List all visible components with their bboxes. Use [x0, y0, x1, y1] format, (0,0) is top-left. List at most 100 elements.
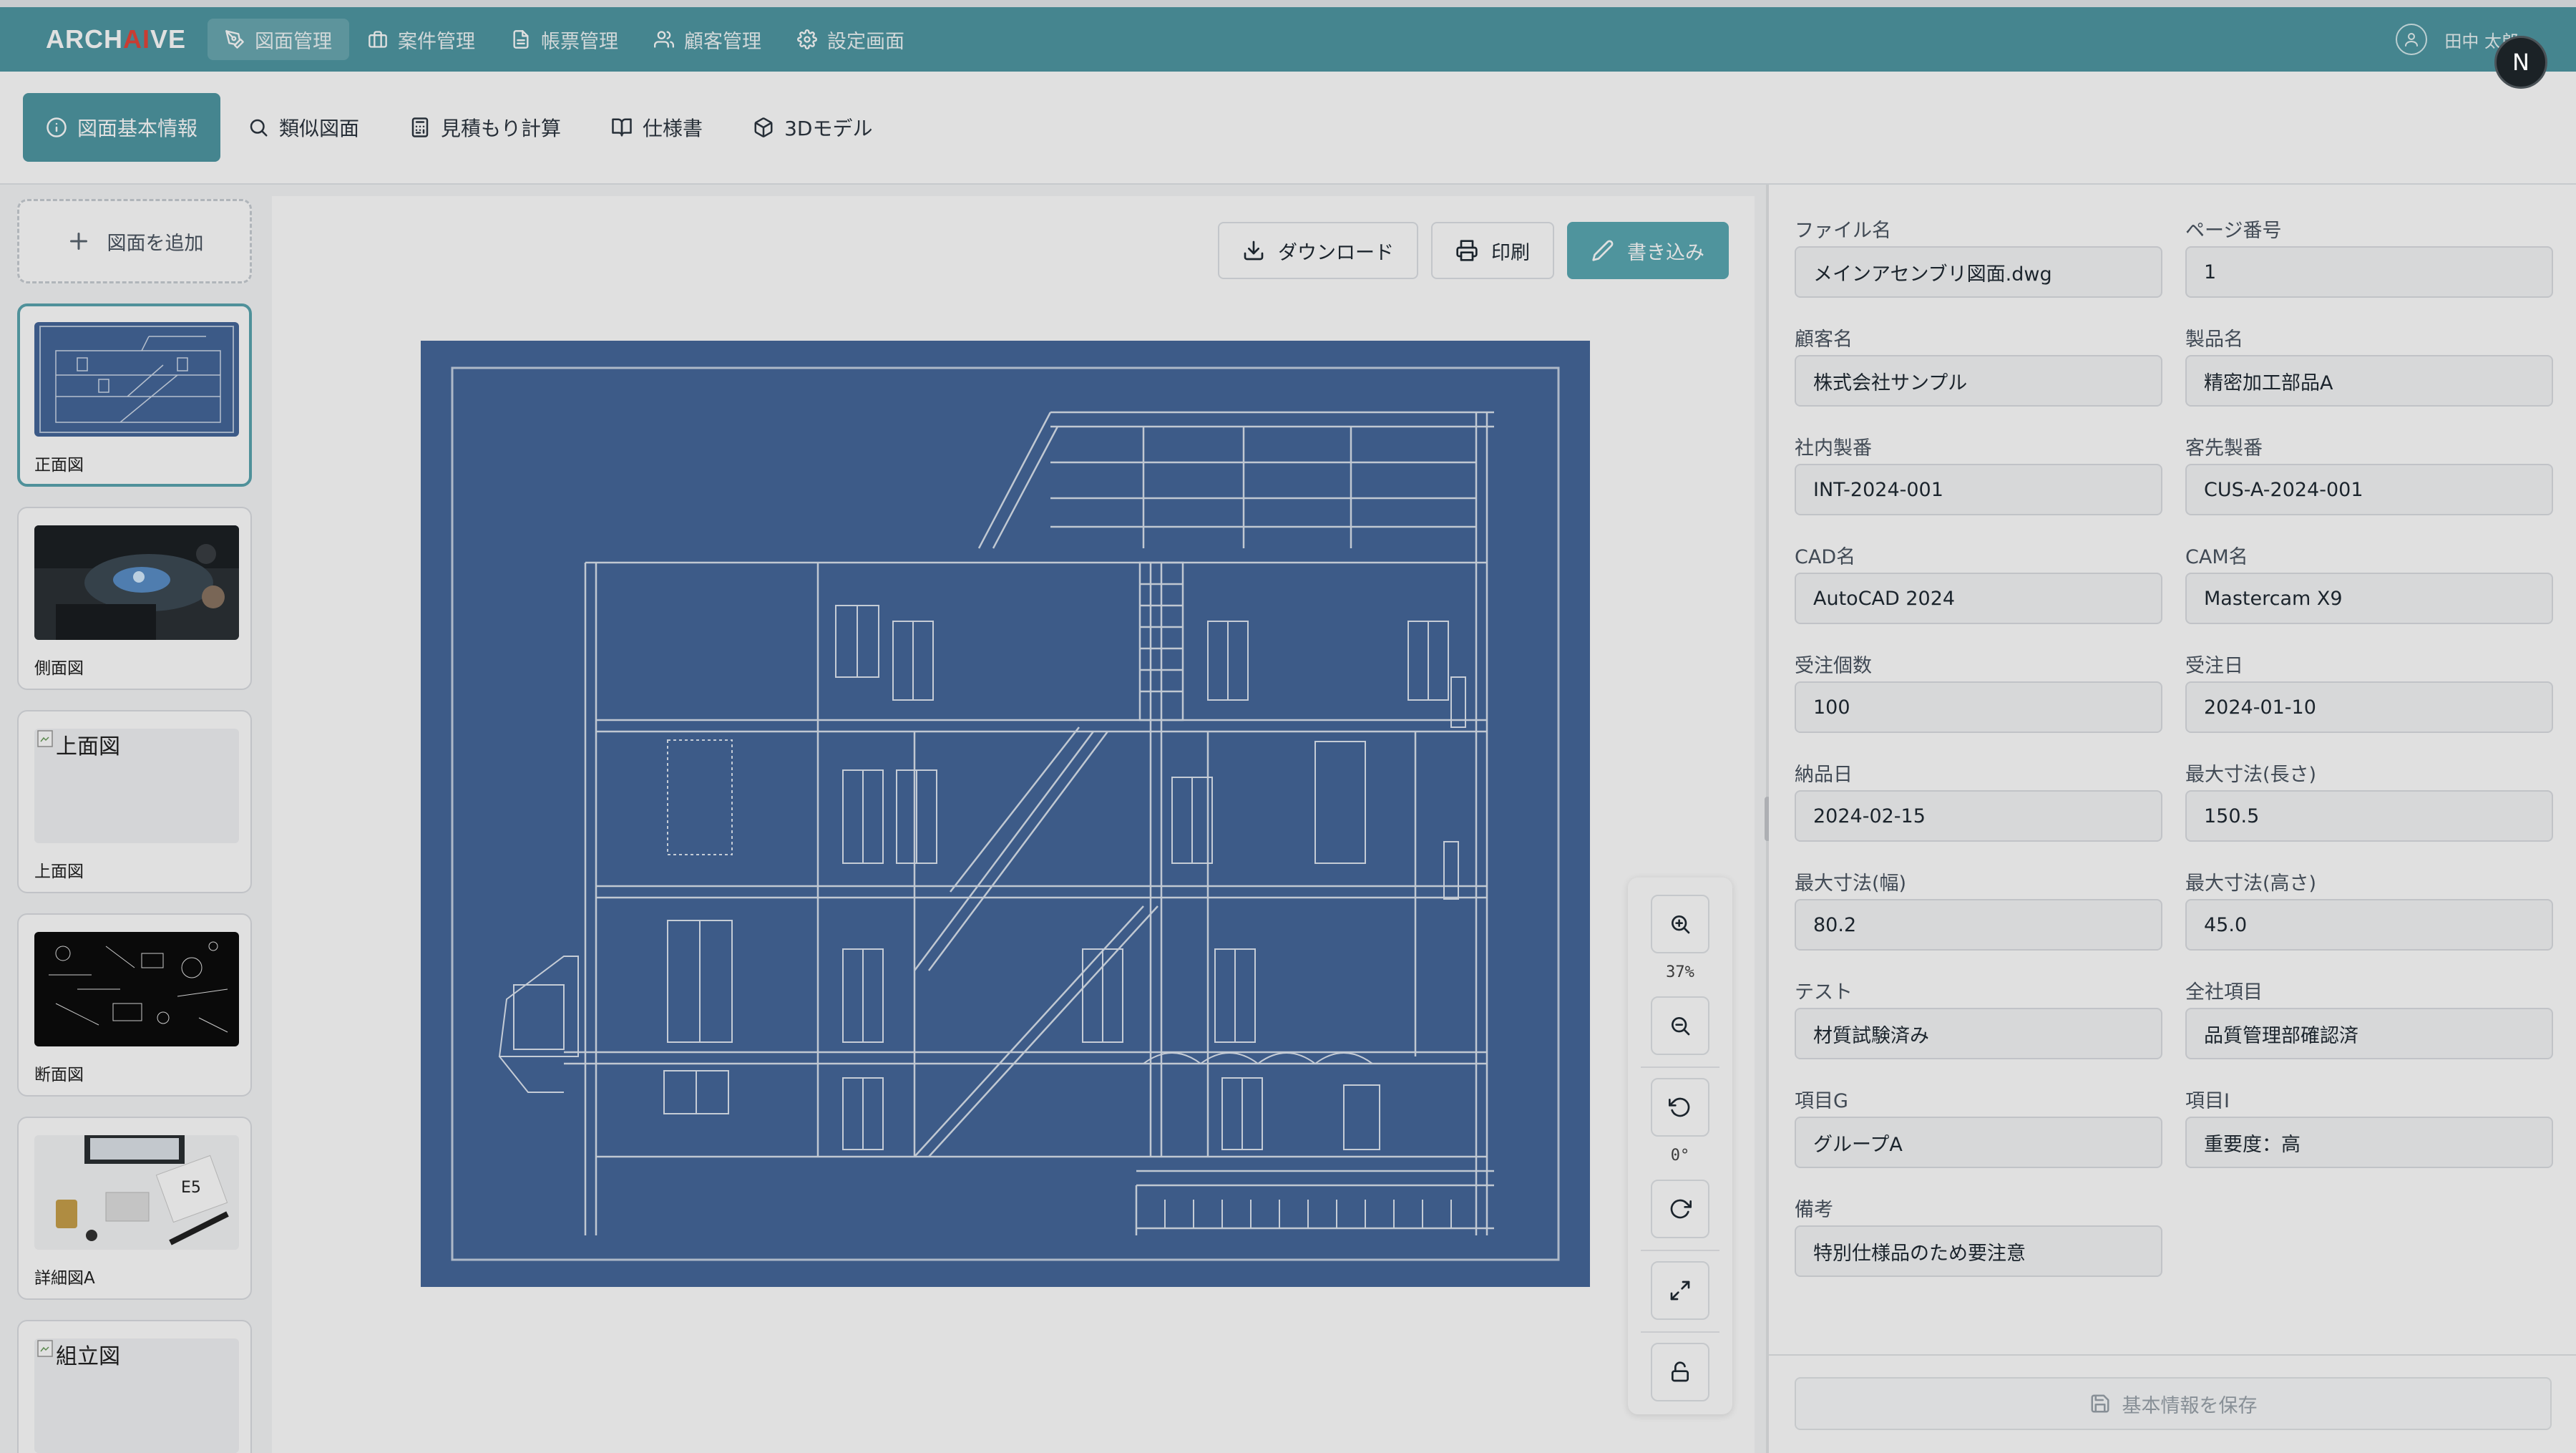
nav-label: 案件管理 — [398, 30, 475, 53]
info-icon — [47, 117, 67, 137]
field-input[interactable]: 2024-02-15 — [1795, 790, 2162, 842]
field-label: ファイル名 — [1795, 220, 1891, 242]
field-page-number: ページ番号 1 — [2185, 215, 2553, 298]
field-label: CAD名 — [1795, 546, 1856, 568]
field-cam-name: CAM名 Mastercam X9 — [2185, 541, 2553, 624]
download-button[interactable]: ダウンロード — [1218, 222, 1418, 279]
thumbnail-image — [34, 322, 239, 437]
field-input[interactable]: 特別仕様品のため要注意 — [1795, 1225, 2162, 1277]
tab-label: 図面基本情報 — [77, 117, 198, 140]
rotate-cw-icon — [1670, 1199, 1692, 1219]
field-input[interactable]: 品質管理部確認済 — [2185, 1008, 2553, 1059]
broken-image-icon — [37, 730, 53, 747]
briefcase-icon — [369, 31, 387, 48]
field-input[interactable]: 精密加工部品A — [2185, 355, 2553, 407]
zoom-out-button[interactable] — [1651, 996, 1709, 1055]
pencil-icon — [1592, 240, 1614, 261]
field-input[interactable]: Mastercam X9 — [2185, 573, 2553, 624]
tab-label: 類似図面 — [279, 117, 360, 140]
field-label: 全社項目 — [2185, 981, 2263, 1004]
app-logo[interactable]: ARCHAIVE — [46, 24, 208, 54]
field-input[interactable]: 2024-01-10 — [2185, 681, 2553, 733]
pen-tool-icon — [225, 30, 244, 49]
field-label: 客先製番 — [2185, 437, 2263, 460]
tab-3d-model[interactable]: 3Dモデル — [730, 93, 895, 162]
field-input[interactable]: 80.2 — [1795, 899, 2162, 951]
print-label: 印刷 — [1491, 241, 1530, 264]
rotate-ccw-icon — [1669, 1097, 1690, 1117]
thumbnail-section-view[interactable]: 断面図 — [17, 913, 252, 1097]
field-label: 納品日 — [1795, 764, 1853, 786]
add-drawing-button[interactable]: 図面を追加 — [17, 199, 252, 283]
users-icon — [654, 31, 674, 48]
field-order-quantity: 受注個数 100 — [1795, 650, 2162, 733]
broken-image-icon — [37, 1340, 53, 1357]
tab-similar-drawings[interactable]: 類似図面 — [225, 93, 382, 162]
thumbnail-top-view[interactable]: 上面図 上面図 — [17, 710, 252, 893]
top-navigation-bar: ARCHAIVE 図面管理 案件管理 帳票管理 顧客管理 設定画面 田中 太郎 — [0, 7, 2576, 72]
field-input[interactable]: 1 — [2185, 246, 2553, 298]
book-icon — [612, 118, 632, 137]
field-label: 受注個数 — [1795, 655, 1872, 677]
zoom-controls: 37% 0° — [1628, 878, 1732, 1414]
save-bar: 基本情報を保存 — [1769, 1354, 2576, 1453]
main-nav: 図面管理 案件管理 帳票管理 顧客管理 設定画面 — [208, 19, 923, 60]
field-max-height: 最大寸法(高さ) 45.0 — [2185, 868, 2553, 951]
thumbnail-front-view[interactable]: 正面図 — [17, 303, 252, 487]
field-input[interactable]: 150.5 — [2185, 790, 2553, 842]
field-input[interactable]: INT-2024-001 — [1795, 464, 2162, 515]
cube-icon — [754, 117, 773, 137]
field-input[interactable]: メインアセンブリ図面.dwg — [1795, 246, 2162, 298]
nav-project-management[interactable]: 案件管理 — [351, 19, 492, 60]
field-remarks: 備考 特別仕様品のため要注意 — [1795, 1194, 2162, 1277]
field-label: 項目G — [1795, 1090, 1848, 1112]
fullscreen-button[interactable] — [1651, 1261, 1709, 1320]
annotate-button[interactable]: 書き込み — [1567, 222, 1729, 279]
tab-estimate[interactable]: 見積もり計算 — [386, 93, 584, 162]
field-input[interactable]: 100 — [1795, 681, 2162, 733]
thumbnail-detail-a[interactable]: E5 詳細図A — [17, 1117, 252, 1300]
nav-settings[interactable]: 設定画面 — [780, 19, 922, 60]
lock-button[interactable] — [1651, 1343, 1709, 1401]
svg-text:E5: E5 — [181, 1179, 201, 1197]
field-input[interactable]: 材質試験済み — [1795, 1008, 2162, 1059]
print-button[interactable]: 印刷 — [1431, 222, 1554, 279]
drawing-viewer: ダウンロード 印刷 書き込み 37% 0° — [272, 196, 1755, 1453]
field-label: 顧客名 — [1795, 329, 1853, 351]
field-input[interactable]: AutoCAD 2024 — [1795, 573, 2162, 624]
thumbnail-caption: 詳細図A — [34, 1269, 95, 1288]
tab-label: 見積もり計算 — [441, 117, 562, 140]
blueprint-drawing-image[interactable] — [421, 341, 1590, 1287]
field-item-i: 項目I 重要度：高 — [2185, 1085, 2553, 1168]
gear-icon — [797, 29, 817, 49]
broken-image: 上面図 — [34, 729, 239, 843]
printer-icon — [1456, 240, 1478, 261]
zoom-in-button[interactable] — [1651, 895, 1709, 953]
dev-tools-badge[interactable]: N — [2494, 36, 2547, 89]
field-label: 受注日 — [2185, 655, 2243, 677]
save-basic-info-button[interactable]: 基本情報を保存 — [1795, 1377, 2552, 1430]
rotate-right-button[interactable] — [1651, 1180, 1709, 1238]
nav-form-management[interactable]: 帳票管理 — [494, 19, 635, 60]
thumbnail-assembly[interactable]: 組立図 — [17, 1320, 252, 1453]
nav-label: 設定画面 — [827, 30, 904, 53]
save-label: 基本情報を保存 — [2122, 1394, 2258, 1417]
drawing-thumbnail-list: 図面を追加 正面図 側面図 上面図 上面図 断面図 E5 詳細図A 組立図 — [17, 199, 258, 1453]
field-input[interactable]: グループA — [1795, 1117, 2162, 1168]
file-text-icon — [513, 30, 529, 49]
thumbnail-side-view[interactable]: 側面図 — [17, 507, 252, 690]
rotate-left-button[interactable] — [1651, 1078, 1709, 1137]
broken-image-alt: 組立図 — [56, 1344, 120, 1369]
field-max-width: 最大寸法(幅) 80.2 — [1795, 868, 2162, 951]
field-input[interactable]: 45.0 — [2185, 899, 2553, 951]
field-input[interactable]: 株式会社サンプル — [1795, 355, 2162, 407]
tab-specification[interactable]: 仕様書 — [588, 93, 726, 162]
tab-basic-info[interactable]: 図面基本情報 — [23, 93, 221, 162]
nav-drawing-management[interactable]: 図面管理 — [208, 19, 349, 60]
field-input[interactable]: 重要度：高 — [2185, 1117, 2553, 1168]
field-input[interactable]: CUS-A-2024-001 — [2185, 464, 2553, 515]
nav-customer-management[interactable]: 顧客管理 — [637, 19, 779, 60]
nav-label: 図面管理 — [255, 30, 332, 53]
user-icon — [2405, 33, 2419, 47]
field-label: 社内製番 — [1795, 437, 1872, 460]
